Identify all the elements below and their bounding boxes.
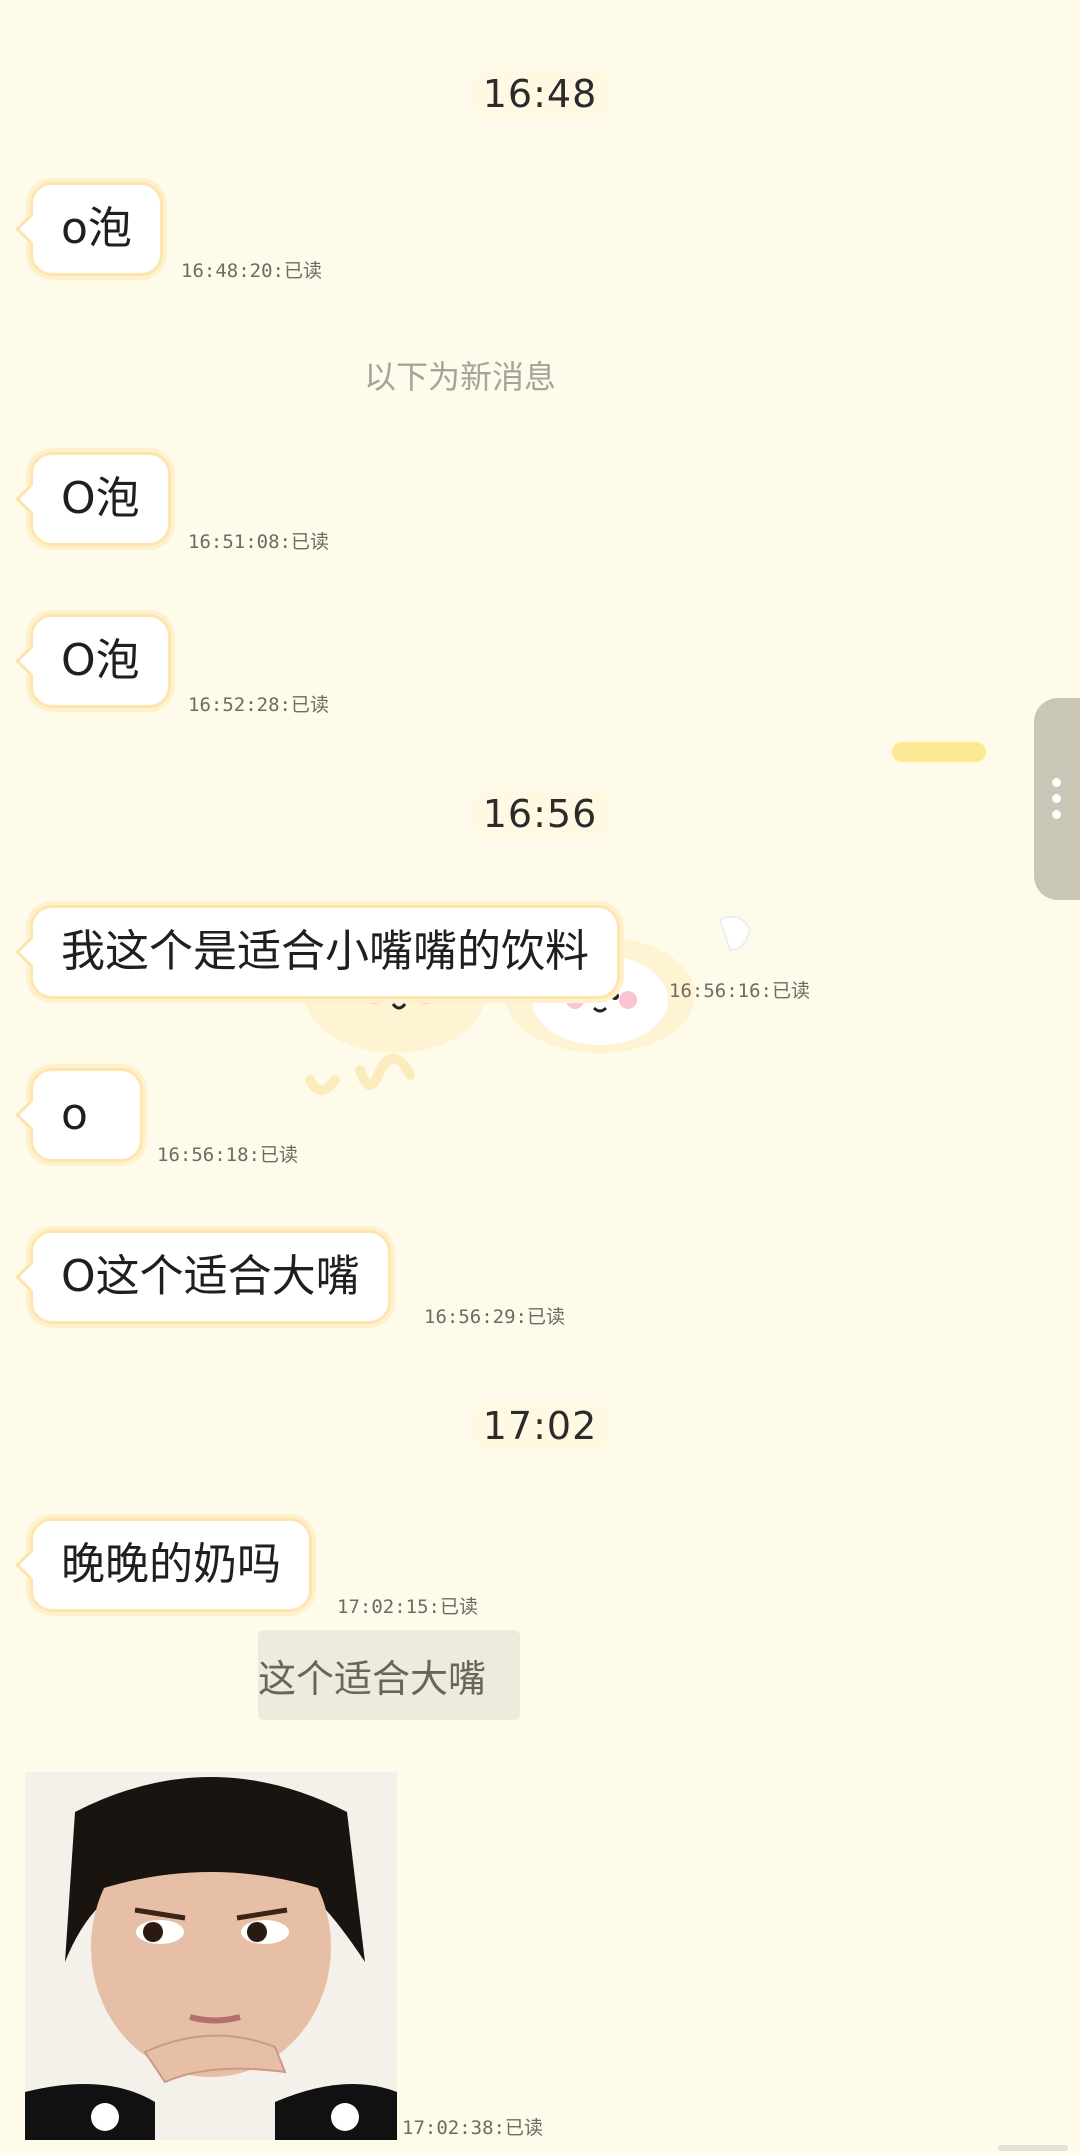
message-text: o (61, 1089, 88, 1140)
message-meta: 16:56:29:已读 (424, 1306, 565, 1328)
message-meta: 16:56:18:已读 (157, 1144, 298, 1166)
message-meta: 17:02:38:已读 (402, 2117, 543, 2139)
message-meta: 17:02:15:已读 (337, 1596, 478, 1618)
message-text: O泡 (61, 635, 140, 686)
quoted-reply-text: 这个适合大嘴 (258, 1656, 487, 1701)
message-bubble[interactable]: O泡 (30, 614, 171, 708)
time-header: 17:02 (472, 1402, 608, 1450)
new-messages-divider: 以下为新消息 (363, 358, 556, 396)
more-vertical-icon (1052, 778, 1062, 826)
message-bubble[interactable]: 我这个是适合小嘴嘴的饮料 (30, 905, 620, 999)
message-text: O泡 (61, 473, 140, 524)
gesture-bar (998, 2145, 1068, 2151)
message-bubble[interactable]: o泡 (30, 182, 163, 276)
message-meta: 16:56:16:已读 (669, 980, 810, 1002)
time-header: 16:48 (472, 70, 608, 118)
message-bubble[interactable]: o (30, 1068, 143, 1162)
message-text: O这个适合大嘴 (61, 1251, 360, 1302)
side-panel-handle[interactable] (1034, 698, 1080, 900)
photo-thinking-child[interactable] (25, 1772, 397, 2140)
message-bubble[interactable]: O这个适合大嘴 (30, 1230, 391, 1324)
message-meta: 16:51:08:已读 (188, 531, 329, 553)
message-text: 我这个是适合小嘴嘴的饮料 (61, 926, 589, 977)
time-header: 16:56 (472, 790, 608, 838)
highlight-stroke-icon (892, 742, 986, 762)
quoted-reply[interactable]: 这个适合大嘴 (258, 1630, 520, 1720)
message-text: 晚晚的奶吗 (61, 1539, 281, 1590)
message-bubble[interactable]: 晚晚的奶吗 (30, 1518, 312, 1612)
message-text: o泡 (61, 203, 132, 254)
message-bubble[interactable]: O泡 (30, 452, 171, 546)
message-meta: 16:48:20:已读 (181, 260, 322, 282)
message-meta: 16:52:28:已读 (188, 694, 329, 716)
